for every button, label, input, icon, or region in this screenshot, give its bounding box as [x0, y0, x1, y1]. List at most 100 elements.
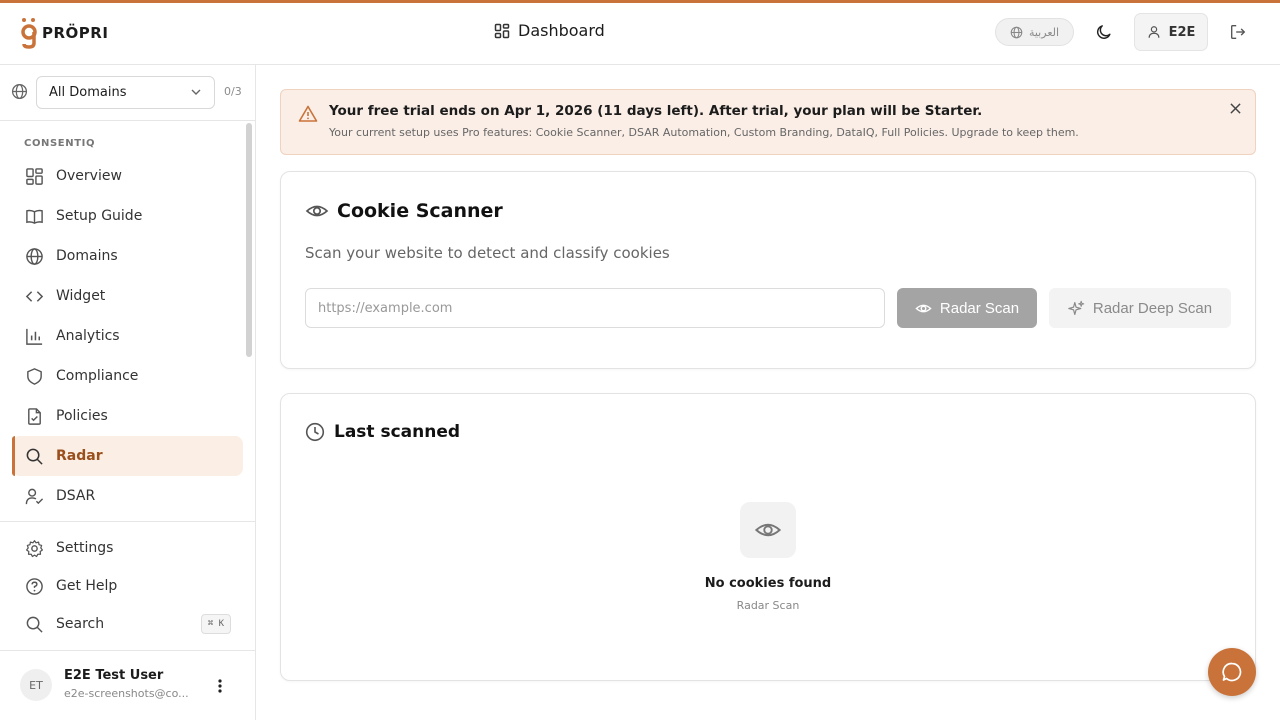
user-icon: [1148, 26, 1160, 38]
sidebar-scrollbar[interactable]: [246, 123, 252, 357]
divider: [0, 521, 255, 522]
globe-icon: [24, 246, 44, 266]
domain-select-value: All Domains: [49, 85, 127, 100]
file-check-icon: [24, 406, 44, 426]
user-email: e2e-screenshots@co...: [64, 687, 189, 700]
dashboard-icon: [494, 23, 510, 38]
sidebar-nav: Overview Setup Guide Domains Widget Anal…: [12, 156, 243, 516]
clock-icon: [305, 422, 325, 442]
sidebar-item-label: Analytics: [56, 328, 120, 344]
user-profile-card[interactable]: ET E2E Test User e2e-screenshots@co...: [20, 668, 240, 704]
chevron-down-icon: [191, 89, 201, 95]
chat-bubble-icon: [1222, 662, 1242, 682]
eye-icon: [915, 304, 932, 312]
gear-icon: [24, 538, 44, 558]
sidebar-item-label: Radar: [56, 448, 103, 464]
eye-icon: [305, 205, 329, 217]
banner-title: Your free trial ends on Apr 1, 2026 (11 …: [329, 103, 983, 119]
sidebar-item-overview[interactable]: Overview: [12, 156, 243, 196]
sidebar-item-label: Overview: [56, 168, 122, 184]
last-scanned-card: Last scanned No cookies found Radar Scan: [280, 393, 1256, 681]
book-icon: [24, 206, 44, 226]
logo-mark-icon: [21, 18, 37, 49]
page-title: Dashboard: [494, 21, 605, 40]
user-menu-button[interactable]: E2E: [1134, 13, 1208, 51]
sidebar-item-label: Compliance: [56, 368, 139, 384]
top-header: PRÖPRI Dashboard العربية E2E: [0, 3, 1280, 65]
logout-button[interactable]: [1226, 20, 1250, 44]
search-icon: [24, 614, 44, 634]
sidebar-item-label: Policies: [56, 408, 108, 424]
sidebar-item-analytics[interactable]: Analytics: [12, 316, 243, 356]
radar-deep-scan-button[interactable]: Radar Deep Scan: [1049, 288, 1231, 328]
card-header: Cookie Scanner: [305, 199, 503, 223]
eye-icon: [754, 523, 782, 537]
globe-icon: [11, 83, 28, 100]
empty-state-icon-box: [740, 502, 796, 558]
sidebar-item-label: Setup Guide: [56, 208, 143, 224]
language-label: العربية: [1028, 25, 1060, 39]
empty-state-subtitle: Radar Scan: [736, 599, 800, 612]
card-title: Cookie Scanner: [337, 200, 503, 222]
banner-subtitle: Your current setup uses Pro features: Co…: [329, 126, 1079, 139]
sidebar-item-settings[interactable]: Settings: [12, 529, 243, 567]
radar-deep-scan-label: Radar Deep Scan: [1092, 299, 1213, 317]
more-options-button[interactable]: [212, 676, 228, 696]
logout-icon: [1231, 25, 1246, 39]
logo-text: PRÖPRI: [42, 24, 109, 42]
search-label: Search: [56, 616, 105, 632]
sidebar-item-label: DSAR: [56, 488, 96, 504]
app-logo[interactable]: PRÖPRI: [20, 13, 120, 53]
sidebar-item-radar[interactable]: Radar: [12, 436, 243, 476]
sidebar-item-search[interactable]: Search ⌘ K: [12, 605, 243, 643]
url-input[interactable]: [305, 288, 885, 328]
help-label: Get Help: [56, 578, 118, 594]
search-icon: [24, 446, 44, 466]
globe-icon: [1010, 26, 1023, 38]
sidebar-item-help[interactable]: Get Help: [12, 567, 243, 605]
banner-close-button[interactable]: [1227, 100, 1243, 116]
moon-icon: [1096, 25, 1111, 39]
card-subtitle: Scan your website to detect and classify…: [305, 244, 670, 262]
radar-scan-label: Radar Scan: [939, 299, 1020, 317]
sidebar-item-label: Domains: [56, 248, 118, 264]
theme-toggle-button[interactable]: [1092, 20, 1116, 44]
help-circle-icon: [24, 576, 44, 596]
section-label: CONSENTIQ: [24, 138, 96, 149]
trial-banner: Your free trial ends on Apr 1, 2026 (11 …: [280, 89, 1256, 155]
domain-select[interactable]: All Domains: [36, 76, 215, 109]
divider: [0, 650, 255, 651]
warning-icon: [298, 105, 318, 122]
card-title: Last scanned: [334, 422, 461, 442]
page-title-label: Dashboard: [518, 21, 605, 40]
cookie-scanner-card: Cookie Scanner Scan your website to dete…: [280, 171, 1256, 369]
sidebar-item-setup-guide[interactable]: Setup Guide: [12, 196, 243, 236]
sidebar-item-compliance[interactable]: Compliance: [12, 356, 243, 396]
user-check-icon: [24, 486, 44, 506]
domain-selector-row: All Domains 0/3: [0, 65, 255, 121]
language-toggle-button[interactable]: العربية: [995, 18, 1074, 46]
grid-icon: [24, 166, 44, 186]
close-icon: [1229, 102, 1241, 114]
sparkles-icon: [1068, 300, 1085, 315]
code-icon: [24, 286, 44, 306]
user-button-label: E2E: [1168, 24, 1196, 40]
settings-label: Settings: [56, 540, 114, 556]
sidebar-item-dsar[interactable]: DSAR: [12, 476, 243, 516]
empty-state-title: No cookies found: [704, 576, 832, 591]
sidebar: All Domains 0/3 CONSENTIQ Overview Setup…: [0, 65, 256, 720]
sidebar-item-widget[interactable]: Widget: [12, 276, 243, 316]
sidebar-item-label: Widget: [56, 288, 106, 304]
search-shortcut-badge: ⌘ K: [200, 614, 231, 634]
shield-icon: [24, 366, 44, 386]
card-header: Last scanned: [305, 422, 460, 442]
sidebar-item-domains[interactable]: Domains: [12, 236, 243, 276]
sidebar-bottom-nav: Settings Get Help Search ⌘ K: [12, 529, 243, 643]
user-name: E2E Test User: [64, 668, 164, 683]
domain-count: 0/3: [224, 85, 242, 98]
sidebar-item-policies[interactable]: Policies: [12, 396, 243, 436]
kebab-menu-icon: [218, 679, 222, 693]
chat-support-button[interactable]: [1208, 648, 1256, 696]
radar-scan-button[interactable]: Radar Scan: [897, 288, 1037, 328]
avatar: ET: [20, 669, 52, 701]
